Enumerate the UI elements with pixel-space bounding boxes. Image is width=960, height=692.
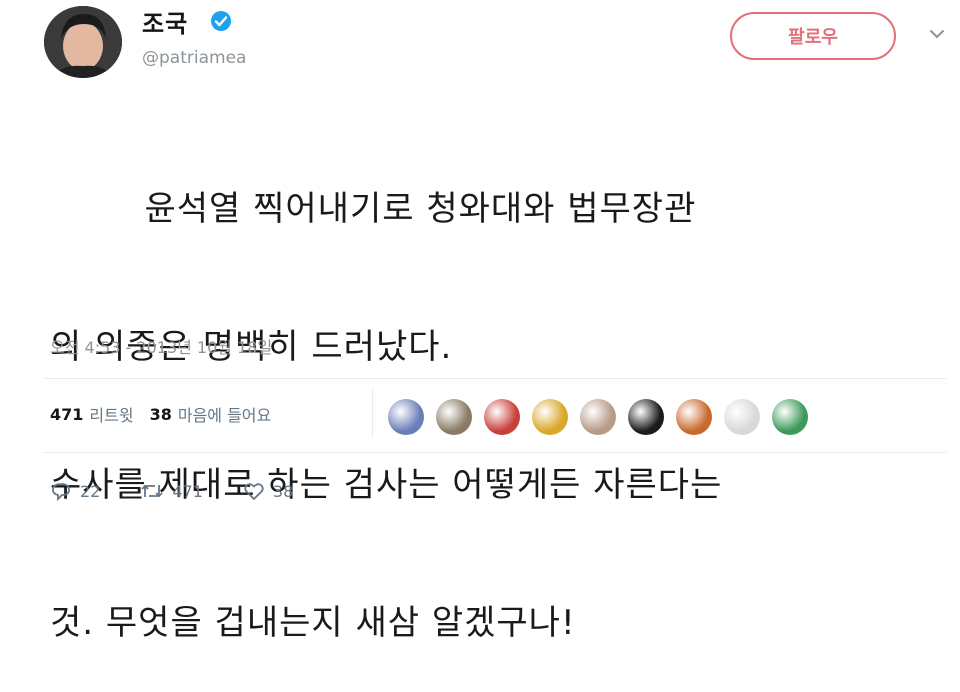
tweet-line: 것. 무엇을 겁내는지 새삼 알겠구나! <box>50 603 576 643</box>
reply-icon <box>52 483 70 501</box>
liker-avatar[interactable] <box>580 399 616 435</box>
tweet-text: 윤석열 찍어내기로 청와대와 법무장관 의 의중은 명백히 드러났다. 수사를 … <box>50 94 950 692</box>
divider <box>44 378 946 379</box>
liker-avatar[interactable] <box>388 399 424 435</box>
reply-button[interactable]: 22 <box>50 481 100 501</box>
heart-icon <box>244 483 264 501</box>
liker-avatar[interactable] <box>628 399 664 435</box>
like-action-count: 38 <box>272 481 294 501</box>
retweet-button[interactable]: 471 <box>140 481 203 501</box>
liker-avatar[interactable] <box>532 399 568 435</box>
avatar[interactable] <box>44 6 122 78</box>
retweet-icon <box>141 484 163 498</box>
engagement-stats: 471 리트윗 38 마음에 들어요 <box>50 402 271 426</box>
reply-count: 22 <box>80 481 101 501</box>
liker-avatar[interactable] <box>676 399 712 435</box>
liker-avatar[interactable] <box>724 399 760 435</box>
liker-avatars <box>388 399 820 435</box>
divider <box>44 452 946 453</box>
like-count[interactable]: 38 <box>150 405 172 424</box>
liker-avatar[interactable] <box>436 399 472 435</box>
divider <box>372 388 373 438</box>
like-label[interactable]: 마음에 들어요 <box>178 402 271 426</box>
liker-avatar[interactable] <box>772 399 808 435</box>
follow-button[interactable]: 팔로우 <box>730 12 896 60</box>
display-name[interactable]: 조국 <box>142 4 188 39</box>
like-button[interactable]: 38 <box>243 481 293 501</box>
tweet-actions: 22 471 38 <box>50 481 333 501</box>
retweet-label[interactable]: 리트윗 <box>89 402 133 426</box>
verified-badge-icon <box>211 11 231 31</box>
tweet-timestamp[interactable]: 오전 4:53 - 2013년 10월 18일 <box>50 334 272 358</box>
chevron-down-icon[interactable] <box>928 28 946 40</box>
retweet-action-count: 471 <box>172 481 203 501</box>
tweet-line: 윤석열 찍어내기로 청와대와 법무장관 <box>50 189 697 229</box>
retweet-count[interactable]: 471 <box>50 405 83 424</box>
liker-avatar[interactable] <box>484 399 520 435</box>
user-handle[interactable]: @patriamea <box>142 48 246 68</box>
